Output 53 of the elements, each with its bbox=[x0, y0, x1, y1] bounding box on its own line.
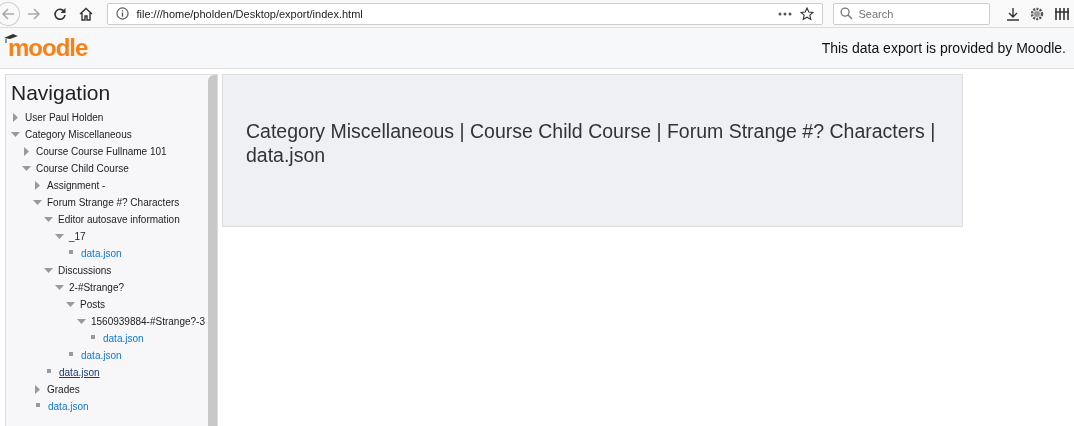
expanded-triangle-icon[interactable] bbox=[55, 282, 65, 293]
file-link[interactable]: data.json bbox=[103, 333, 144, 344]
reload-icon[interactable] bbox=[53, 6, 68, 21]
tree-item[interactable]: Editor autosave information bbox=[58, 214, 180, 225]
collapsed-triangle-icon[interactable] bbox=[33, 180, 43, 191]
back-arrow-icon[interactable] bbox=[0, 6, 15, 21]
search-icon bbox=[839, 7, 853, 20]
download-icon[interactable] bbox=[1006, 6, 1020, 21]
tree-item[interactable]: User Paul Holden bbox=[25, 112, 104, 123]
navigation-heading: Navigation bbox=[11, 81, 111, 105]
bullet-icon bbox=[91, 334, 95, 339]
expanded-triangle-icon[interactable] bbox=[55, 231, 65, 242]
file-link[interactable]: data.json bbox=[59, 367, 100, 378]
bullet-icon bbox=[36, 402, 40, 407]
tree-item[interactable]: Course Course Fullname 101 bbox=[36, 146, 167, 157]
file-link[interactable]: data.json bbox=[81, 248, 122, 259]
bullet-icon bbox=[69, 249, 73, 254]
collapsed-triangle-icon[interactable] bbox=[22, 146, 32, 157]
file-link[interactable]: data.json bbox=[81, 350, 122, 361]
collapsed-triangle-icon[interactable] bbox=[11, 112, 21, 123]
breadcrumb-title: Category Miscellaneous | Course Child Course | Forum Strange #? Characters | data.json bbox=[246, 119, 937, 167]
expanded-triangle-icon[interactable] bbox=[44, 214, 54, 225]
more-icon[interactable] bbox=[777, 11, 792, 16]
search-box[interactable]: Search bbox=[832, 2, 990, 25]
expanded-triangle-icon[interactable] bbox=[22, 163, 32, 174]
gear-icon[interactable] bbox=[1030, 6, 1044, 21]
tree-item[interactable]: Assignment - bbox=[47, 180, 106, 191]
bullet-icon bbox=[69, 351, 73, 356]
expanded-triangle-icon[interactable] bbox=[66, 299, 76, 310]
tree-item[interactable]: Posts bbox=[80, 299, 105, 310]
tree-item[interactable]: Discussions bbox=[58, 265, 112, 276]
info-icon[interactable] bbox=[115, 7, 129, 20]
expanded-triangle-icon[interactable] bbox=[11, 129, 21, 140]
file-link[interactable]: data.json bbox=[48, 401, 89, 412]
expanded-triangle-icon[interactable] bbox=[44, 265, 54, 276]
tree-item[interactable]: 2-#Strange? bbox=[69, 282, 125, 293]
tree-item[interactable]: Forum Strange #? Characters bbox=[47, 197, 180, 208]
library-icon[interactable] bbox=[1054, 6, 1070, 21]
expanded-triangle-icon[interactable] bbox=[77, 316, 87, 327]
bullet-icon bbox=[47, 368, 51, 373]
forward-arrow-icon[interactable] bbox=[27, 6, 42, 21]
tree-item[interactable]: Category Miscellaneous bbox=[25, 129, 132, 140]
collapsed-triangle-icon[interactable] bbox=[33, 384, 43, 395]
tree-item[interactable]: Grades bbox=[47, 384, 80, 395]
expanded-triangle-icon[interactable] bbox=[33, 197, 43, 208]
star-icon[interactable] bbox=[799, 6, 814, 21]
tree-item[interactable]: 1560939884-#Strange?-3 bbox=[91, 316, 205, 327]
tree-item[interactable]: Course Child Course bbox=[36, 163, 129, 174]
tree-item[interactable]: _17 bbox=[69, 231, 86, 242]
export-notice: This data export is provided by Moodle. bbox=[821, 40, 1066, 56]
home-icon[interactable] bbox=[78, 6, 93, 21]
address-bar[interactable]: file:///home/pholden/Desktop/export/index.html bbox=[106, 2, 823, 25]
scrollbar[interactable] bbox=[208, 75, 217, 426]
